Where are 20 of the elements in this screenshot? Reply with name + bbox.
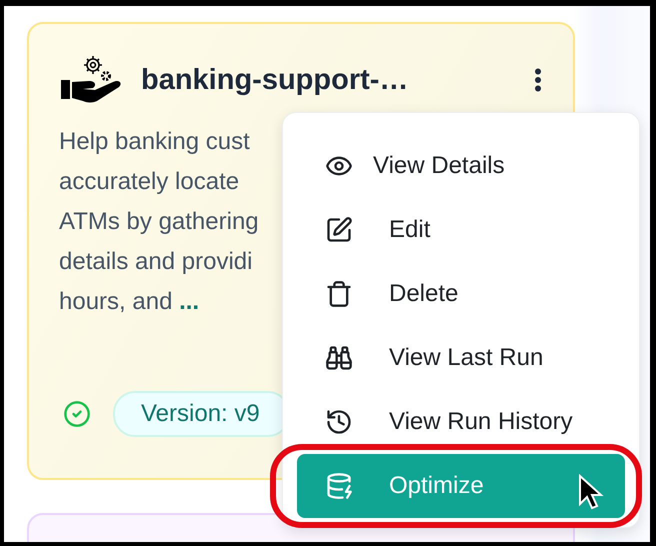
database-icon bbox=[325, 472, 353, 500]
menu-item[interactable]: View Run History bbox=[297, 402, 625, 442]
description-line: accurately locate bbox=[59, 167, 240, 197]
read-more-link[interactable]: ... bbox=[179, 288, 200, 315]
more-options-button[interactable] bbox=[534, 68, 542, 92]
description-line: details and providi bbox=[59, 247, 252, 277]
menu-item[interactable]: Delete bbox=[297, 274, 625, 314]
vertical-dots-icon bbox=[534, 68, 542, 92]
history-icon bbox=[325, 408, 353, 436]
menu-item[interactable]: View Details bbox=[297, 146, 625, 186]
description-line: hours, and ... bbox=[59, 287, 200, 317]
cursor-icon bbox=[578, 474, 604, 510]
card-title: banking-support-… bbox=[141, 64, 410, 96]
trash-icon bbox=[325, 280, 353, 308]
description-line: ATMs by gathering bbox=[59, 207, 259, 237]
menu-item[interactable]: View Last Run bbox=[297, 338, 625, 378]
description-line: Help banking cust bbox=[59, 127, 250, 157]
menu-item[interactable]: Edit bbox=[297, 210, 625, 250]
binoculars-icon bbox=[325, 344, 353, 372]
edit-icon bbox=[325, 216, 353, 244]
